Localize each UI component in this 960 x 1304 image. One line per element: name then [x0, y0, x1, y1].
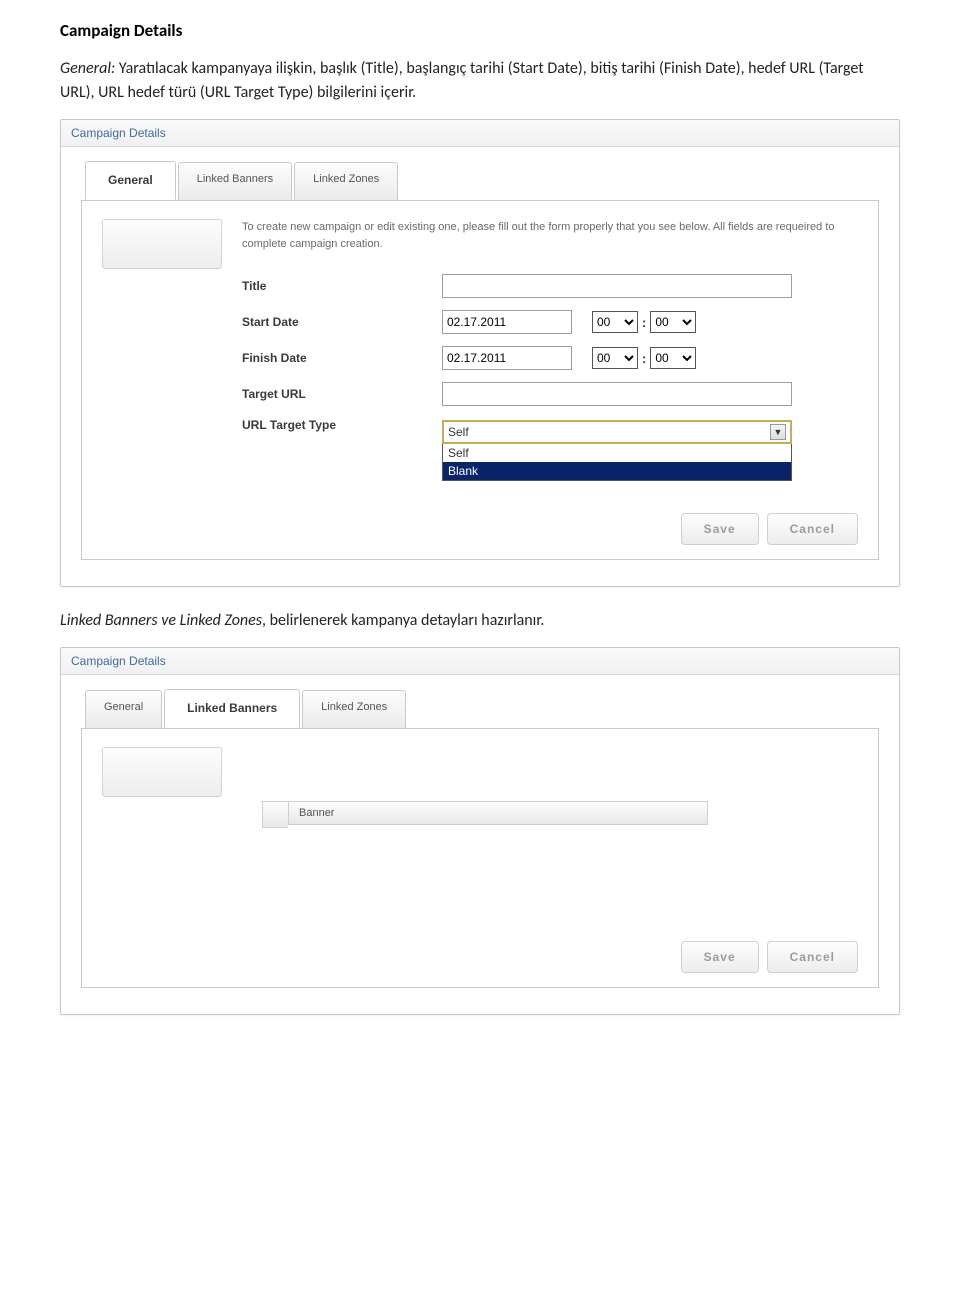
- panel-body: General Linked Banners Linked Zones Bann…: [61, 675, 899, 1014]
- dropdown-option-self[interactable]: Self: [443, 444, 791, 462]
- save-button[interactable]: Save: [681, 941, 759, 973]
- banner-table: Banner: [262, 801, 858, 828]
- finish-hour-select[interactable]: 00: [592, 347, 638, 369]
- button-row: Save Cancel: [681, 941, 858, 973]
- linked-rest: , belirlenerek kampanya detayları hazırl…: [262, 611, 544, 630]
- panel-body: General Linked Banners Linked Zones To c…: [61, 147, 899, 586]
- url-target-type-dropdown[interactable]: Self ▼ Self Blank: [442, 420, 792, 481]
- tab-linked-banners[interactable]: Linked Banners: [164, 689, 300, 728]
- time-colon: :: [642, 315, 646, 330]
- linked-label: Linked Banners ve Linked Zones: [60, 611, 262, 630]
- label-title: Title: [242, 279, 442, 293]
- finish-date-input[interactable]: [442, 346, 572, 370]
- target-url-input[interactable]: [442, 382, 792, 406]
- thumbnail-placeholder: [102, 747, 222, 797]
- tabs: General Linked Banners Linked Zones: [85, 689, 879, 728]
- tab-linked-zones[interactable]: Linked Zones: [302, 690, 406, 729]
- doc-paragraph-general: General: Yaratılacak kampanyaya ilişkin,…: [60, 57, 900, 105]
- table-header-lead: [262, 801, 288, 828]
- label-start-date: Start Date: [242, 315, 442, 329]
- form-intro-text: To create new campaign or edit existing …: [242, 219, 858, 252]
- chevron-down-icon: ▼: [770, 424, 786, 440]
- dropdown-list: Self Blank: [442, 444, 792, 481]
- tab-general[interactable]: General: [85, 161, 176, 200]
- cancel-button[interactable]: Cancel: [767, 513, 858, 545]
- general-label: General:: [60, 59, 115, 78]
- panel-campaign-details-general: Campaign Details General Linked Banners …: [60, 119, 900, 587]
- dropdown-selected-text: Self: [448, 425, 469, 439]
- start-minute-select[interactable]: 00: [650, 311, 696, 333]
- cancel-button[interactable]: Cancel: [767, 941, 858, 973]
- panel-campaign-details-linked-banners: Campaign Details General Linked Banners …: [60, 647, 900, 1015]
- tabs: General Linked Banners Linked Zones: [85, 161, 879, 200]
- dropdown-selected[interactable]: Self ▼: [442, 420, 792, 444]
- start-date-input[interactable]: [442, 310, 572, 334]
- doc-heading: Campaign Details: [60, 20, 900, 41]
- panel-title: Campaign Details: [61, 648, 899, 675]
- tab-linked-banners[interactable]: Linked Banners: [178, 162, 292, 201]
- start-hour-select[interactable]: 00: [592, 311, 638, 333]
- tab-general[interactable]: General: [85, 690, 162, 729]
- tab-content-general: To create new campaign or edit existing …: [81, 200, 879, 560]
- dropdown-option-blank[interactable]: Blank: [443, 462, 791, 480]
- table-header-banner[interactable]: Banner: [288, 801, 708, 825]
- title-input[interactable]: [442, 274, 792, 298]
- button-row: Save Cancel: [681, 513, 858, 545]
- label-target-url: Target URL: [242, 387, 442, 401]
- general-desc: Yaratılacak kampanyaya ilişkin, başlık (…: [60, 59, 864, 102]
- save-button[interactable]: Save: [681, 513, 759, 545]
- doc-paragraph-linked: Linked Banners ve Linked Zones, belirlen…: [60, 609, 900, 633]
- time-colon: :: [642, 351, 646, 366]
- thumbnail-placeholder: [102, 219, 222, 269]
- tab-content-linked-banners: Banner Save Cancel: [81, 728, 879, 988]
- label-url-target-type: URL Target Type: [242, 418, 442, 432]
- label-finish-date: Finish Date: [242, 351, 442, 365]
- finish-minute-select[interactable]: 00: [650, 347, 696, 369]
- panel-title: Campaign Details: [61, 120, 899, 147]
- tab-linked-zones[interactable]: Linked Zones: [294, 162, 398, 201]
